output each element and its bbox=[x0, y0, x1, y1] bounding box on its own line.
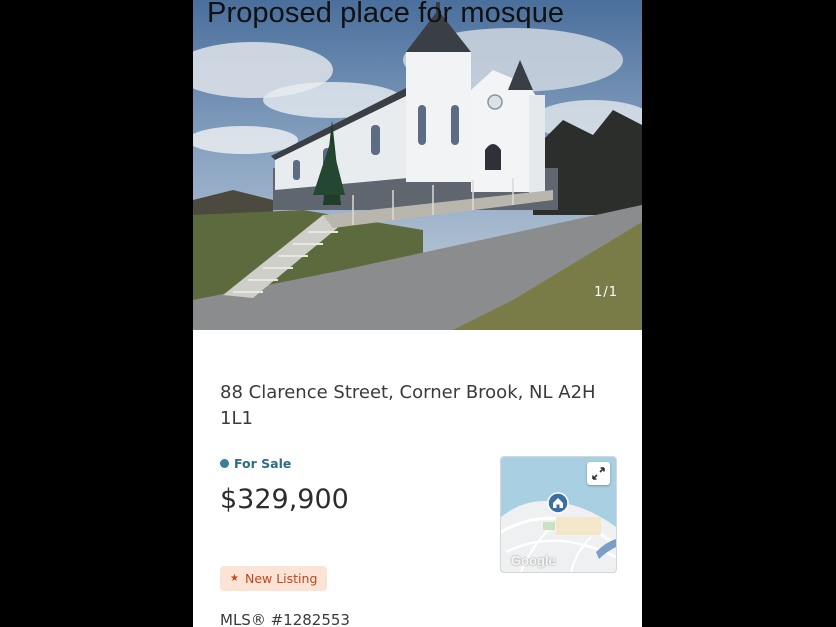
listing-address: 88 Clarence Street, Corner Brook, NL A2H… bbox=[220, 382, 596, 429]
status-label: For Sale bbox=[234, 456, 292, 471]
star-icon: ★ bbox=[230, 573, 239, 584]
church-photo-image bbox=[193, 0, 642, 330]
new-listing-badge: ★ New Listing bbox=[220, 566, 328, 591]
home-marker-icon bbox=[547, 492, 569, 514]
mls-number: MLS® #1282553 bbox=[220, 611, 350, 627]
listing-price: $329,900 bbox=[220, 484, 349, 515]
badge-label: New Listing bbox=[244, 571, 318, 586]
map-expand-button[interactable] bbox=[587, 462, 610, 485]
photo-caption: Proposed place for mosque bbox=[207, 0, 565, 29]
listing-photo[interactable]: Proposed place for mosque 1/1 bbox=[193, 0, 642, 330]
expand-icon bbox=[592, 467, 605, 480]
map-thumbnail[interactable]: Google bbox=[500, 456, 617, 573]
map-attribution: Google bbox=[511, 553, 556, 568]
listing-screen: Proposed place for mosque 1/1 88 Clarenc… bbox=[193, 0, 642, 627]
status-dot-icon bbox=[220, 459, 229, 468]
photo-counter: 1/1 bbox=[594, 285, 618, 300]
status-badge: For Sale bbox=[220, 456, 291, 471]
